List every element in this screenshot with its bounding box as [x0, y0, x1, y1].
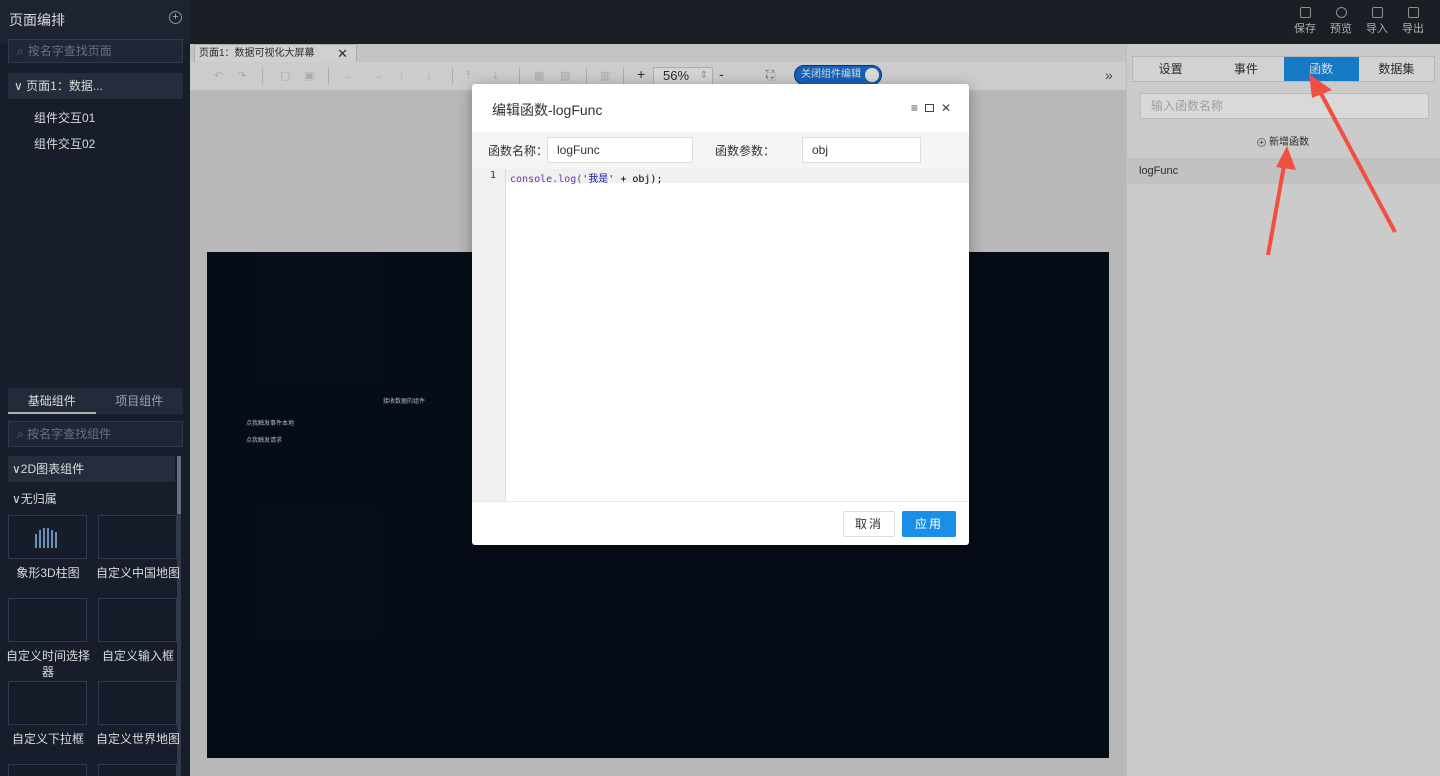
- close-icon[interactable]: ✕: [941, 101, 951, 115]
- modal-footer: 取消 应用: [472, 501, 969, 545]
- code-rest: + obj);: [614, 174, 663, 185]
- modal-controls: ≡ ✕: [911, 101, 951, 115]
- edit-function-modal: 编辑函数-logFunc ≡ ✕ 函数名称： logFunc 函数参数： obj…: [472, 84, 969, 545]
- menu-icon[interactable]: ≡: [911, 101, 918, 115]
- function-form: 函数名称： logFunc 函数参数： obj: [472, 132, 969, 169]
- code-function: console.log(: [510, 174, 583, 185]
- function-name-label: 函数名称：: [488, 144, 549, 158]
- code-editor[interactable]: 1 console.log('我是' + obj);: [472, 169, 969, 501]
- function-param-input[interactable]: obj: [802, 137, 921, 163]
- function-name-input[interactable]: logFunc: [547, 137, 693, 163]
- code-string: '我是': [582, 174, 615, 185]
- function-param-label: 函数参数：: [715, 144, 776, 158]
- code-line[interactable]: console.log('我是' + obj);: [510, 170, 662, 185]
- modal-title: 编辑函数-logFunc: [492, 102, 603, 118]
- line-gutter: 1: [472, 169, 506, 501]
- maximize-icon[interactable]: [924, 104, 934, 112]
- apply-button[interactable]: 应用: [902, 511, 956, 537]
- line-number: 1: [489, 170, 496, 181]
- cancel-button[interactable]: 取消: [843, 511, 895, 537]
